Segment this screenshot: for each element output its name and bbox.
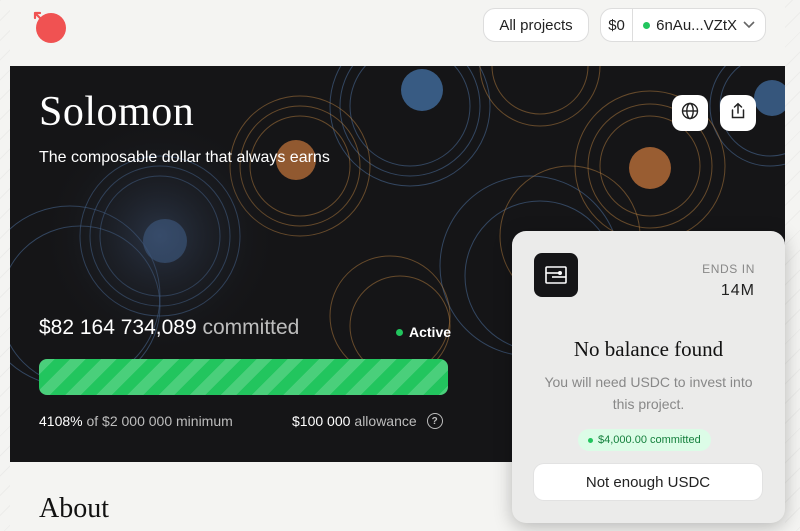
ends-in-value: 14M <box>720 282 755 299</box>
no-balance-message: You will need USDC to invest into this p… <box>544 374 753 412</box>
wallet-balance: $0 <box>601 9 634 41</box>
status-dot <box>396 328 403 336</box>
share-icon <box>729 102 747 125</box>
share-button[interactable] <box>720 95 756 131</box>
minimum-label: of $2 000 000 minimum <box>86 413 233 429</box>
invest-card: ENDS IN 14M No balance found You will ne… <box>512 231 785 523</box>
help-icon[interactable]: ? <box>426 413 443 429</box>
logo-icon[interactable] <box>32 10 68 46</box>
wallet-address: 6nAu...VZtX <box>656 16 737 34</box>
allowance-label: allowance <box>354 413 417 429</box>
connected-dot <box>643 21 651 29</box>
committed-label: committed <box>202 316 300 339</box>
ends-in-label: ENDS IN <box>702 262 755 276</box>
progress-percent: 4108% <box>39 413 83 429</box>
status-badge: Active <box>396 324 451 340</box>
allowance-info: $100 000 allowance ? <box>292 413 443 429</box>
project-icon <box>534 253 578 297</box>
wallet-button[interactable]: $0 6nAu...VZtX <box>600 8 766 42</box>
no-balance-title: No balance found <box>573 337 724 361</box>
tag-dot <box>588 437 593 443</box>
website-button[interactable] <box>672 95 708 131</box>
commit-progress-bar <box>39 359 448 395</box>
committed-tag: $4,000.00 committed <box>578 429 711 451</box>
commit-progress-fill <box>39 359 448 395</box>
all-projects-button[interactable]: All projects <box>483 8 589 42</box>
status-label: Active <box>409 324 452 340</box>
project-subtitle: The composable dollar that always earns <box>39 149 330 166</box>
committed-amount: $82 164 734,089 <box>39 316 197 339</box>
committed-total: $82 164 734,089 committed <box>39 316 299 340</box>
committed-tag-label: $4,000.00 committed <box>598 434 701 446</box>
about-heading: About <box>39 493 109 524</box>
project-title: Solomon <box>39 89 195 135</box>
all-projects-label: All projects <box>499 16 573 34</box>
minimum-info: 4108% of $2 000 000 minimum <box>39 413 233 429</box>
chevron-down-icon <box>743 18 755 32</box>
globe-icon <box>681 102 699 125</box>
not-enough-usdc-button[interactable]: Not enough USDC <box>534 464 762 500</box>
allowance-amount: $100 000 <box>292 413 351 429</box>
